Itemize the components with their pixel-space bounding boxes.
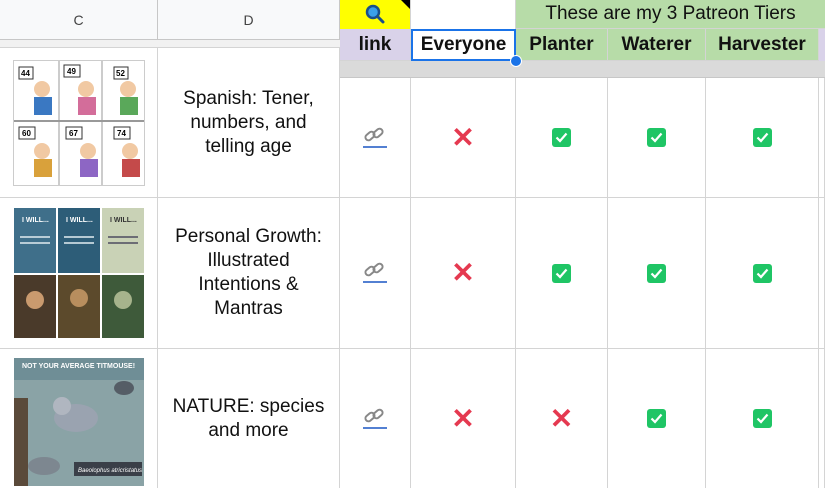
row1-thumbnail-cell[interactable]: 44 49 52 60 67 74 (0, 48, 158, 198)
checkbox-checked-icon[interactable] (647, 409, 666, 428)
row3-next-cell (819, 349, 825, 488)
row2-waterer-cell[interactable] (608, 198, 706, 349)
link-header[interactable]: link (340, 29, 411, 61)
row2-harvester-cell[interactable] (706, 198, 819, 349)
thumb-text: Baeolophus atricristatus (78, 468, 142, 474)
row2-next-cell (819, 198, 825, 349)
row1-next-cell (819, 78, 825, 198)
link-icon[interactable] (362, 408, 388, 430)
empty-cell[interactable] (411, 0, 516, 29)
row1-harvester-cell[interactable] (706, 78, 819, 198)
row2-title[interactable]: Personal Growth: Illustrated Intentions … (158, 198, 340, 349)
thumb-text: I WILL... (66, 217, 93, 224)
thumb-number: 67 (69, 129, 78, 138)
column-header-c[interactable]: C (0, 0, 158, 40)
link-icon[interactable] (362, 262, 388, 284)
frozen-divider (0, 40, 340, 48)
thumb-number: 44 (21, 69, 30, 78)
row3-thumbnail-cell[interactable]: NOT YOUR AVERAGE TITMOUSE! Baeolophus at… (0, 349, 158, 488)
thumb-text: NOT YOUR AVERAGE TITMOUSE! (22, 363, 135, 370)
thumb-number: 74 (117, 129, 126, 138)
checkbox-checked-icon[interactable] (752, 409, 772, 428)
row1-title[interactable]: Spanish: Tener, numbers, and telling age (158, 48, 340, 198)
everyone-header[interactable]: Everyone (411, 29, 516, 61)
search-cell[interactable] (340, 0, 411, 29)
thumb-text: I WILL... (110, 217, 137, 224)
thumb-number: 60 (22, 129, 31, 138)
row2-link-cell[interactable] (340, 198, 411, 349)
checkbox-checked-icon[interactable] (752, 263, 772, 283)
checkbox-checked-icon[interactable] (647, 128, 666, 147)
checkbox-checked-icon[interactable] (647, 263, 666, 283)
checkbox-checked-icon[interactable] (752, 128, 772, 147)
row2-planter-cell[interactable] (516, 198, 608, 349)
column-header-d[interactable]: D (158, 0, 340, 40)
personal-growth-image: I WILL... I WILL... I WILL... (13, 208, 144, 338)
row1-everyone-cell[interactable]: ✕ (411, 78, 516, 198)
cross-icon: ✕ (451, 121, 475, 153)
waterer-header[interactable]: Waterer (608, 29, 706, 61)
thumb-number: 49 (67, 67, 76, 76)
checkbox-checked-icon[interactable] (552, 128, 571, 147)
row1-waterer-cell[interactable] (608, 78, 706, 198)
cross-icon: ✕ (549, 402, 574, 434)
cross-icon: ✕ (451, 257, 475, 288)
selection-handle[interactable] (510, 55, 522, 67)
row2-everyone-cell[interactable]: ✕ (411, 198, 516, 349)
spacer-row (340, 61, 825, 78)
link-icon[interactable] (362, 127, 388, 149)
search-icon[interactable] (364, 3, 386, 25)
comment-indicator (401, 0, 410, 9)
row3-planter-cell[interactable]: ✕ (516, 349, 608, 488)
checkbox-checked-icon[interactable] (552, 263, 571, 283)
spanish-ages-image: 44 49 52 60 67 74 (12, 59, 145, 186)
row3-title[interactable]: NATURE: species and more (158, 349, 340, 488)
thumb-number: 52 (116, 69, 125, 78)
row1-link-cell[interactable] (340, 78, 411, 198)
row2-thumbnail-cell[interactable]: I WILL... I WILL... I WILL... (0, 198, 158, 349)
row3-everyone-cell[interactable]: ✕ (411, 349, 516, 488)
planter-header[interactable]: Planter (516, 29, 608, 61)
thumb-text: I WILL... (22, 217, 49, 224)
next-column-edge (819, 29, 825, 61)
patreon-tiers-banner[interactable]: These are my 3 Patreon Tiers (516, 0, 825, 29)
cross-icon: ✕ (451, 402, 475, 434)
row3-waterer-cell[interactable] (608, 349, 706, 488)
row3-link-cell[interactable] (340, 349, 411, 488)
nature-titmouse-image: NOT YOUR AVERAGE TITMOUSE! Baeolophus at… (13, 357, 144, 486)
row1-planter-cell[interactable] (516, 78, 608, 198)
harvester-header[interactable]: Harvester (706, 29, 819, 61)
row3-harvester-cell[interactable] (706, 349, 819, 488)
